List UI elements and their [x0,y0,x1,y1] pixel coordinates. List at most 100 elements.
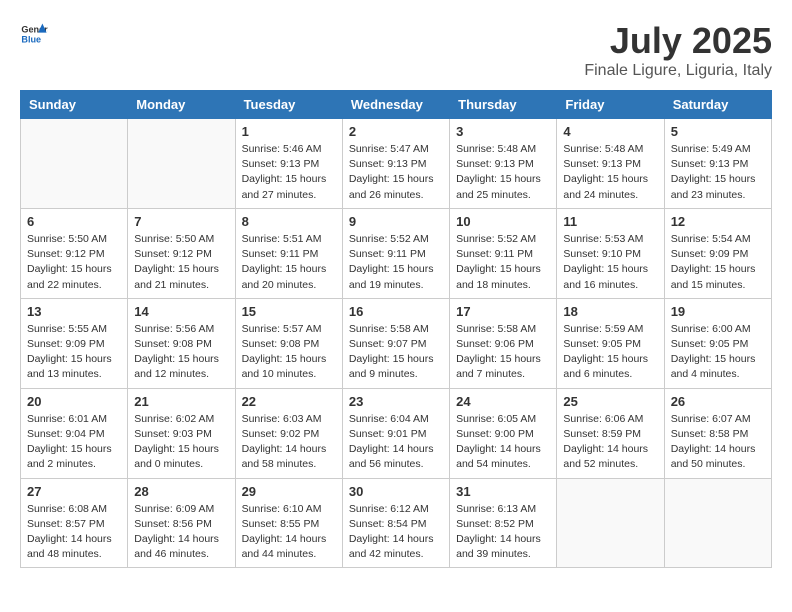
day-info: Sunrise: 5:48 AM Sunset: 9:13 PM Dayligh… [563,142,657,203]
table-row: 24Sunrise: 6:05 AM Sunset: 9:00 PM Dayli… [450,388,557,478]
table-row: 29 Sunrise: 6:10 AM Sunset: 8:55 PM Dayli… [235,478,342,568]
day-info: Sunrise: 5:57 AM Sunset: 9:08 PM Dayligh… [242,322,336,383]
svg-text:Blue: Blue [21,34,41,44]
day-number: 15 [242,304,336,319]
table-row: 5 Sunrise: 5:49 AM Sunset: 9:13 PM Daylig… [664,119,771,209]
day-number: 11 [563,214,657,229]
table-row: 12 Sunrise: 5:54 AM Sunset: 9:09 PM Dayli… [664,208,771,298]
table-row: 18 Sunrise: 5:59 AM Sunset: 9:05 PM Dayli… [557,298,664,388]
table-row: 23 Sunrise: 6:04 AM Sunset: 9:01 PM Dayli… [342,388,449,478]
day-number: 20 [27,394,121,409]
day-info: Sunrise: 6:06 AM Sunset: 8:59 PM Dayligh… [563,412,657,473]
day-number: 24 [456,394,550,409]
day-info: Sunrise: 5:46 AM Sunset: 9:13 PM Dayligh… [242,142,336,203]
day-number: 21 [134,394,228,409]
table-row: 21 Sunrise: 6:02 AM Sunset: 9:03 PM Dayli… [128,388,235,478]
header-friday: Friday [557,91,664,119]
table-row: 20 Sunrise: 6:01 AM Sunset: 9:04 PM Dayli… [21,388,128,478]
table-row: 7Sunrise: 5:50 AM Sunset: 9:12 PM Daylig… [128,208,235,298]
day-info: Sunrise: 5:52 AM Sunset: 9:11 PM Dayligh… [456,232,550,293]
day-number: 10 [456,214,550,229]
header-sunday: Sunday [21,91,128,119]
header-wednesday: Wednesday [342,91,449,119]
table-row: 14Sunrise: 5:56 AM Sunset: 9:08 PM Dayli… [128,298,235,388]
day-info: Sunrise: 5:47 AM Sunset: 9:13 PM Dayligh… [349,142,443,203]
calendar-table: Sunday Monday Tuesday Wednesday Thursday… [20,90,772,568]
day-info: Sunrise: 5:59 AM Sunset: 9:05 PM Dayligh… [563,322,657,383]
day-info: Sunrise: 6:04 AM Sunset: 9:01 PM Dayligh… [349,412,443,473]
table-row: 13 Sunrise: 5:55 AM Sunset: 9:09 PM Dayli… [21,298,128,388]
table-row: 1 Sunrise: 5:46 AM Sunset: 9:13 PM Daylig… [235,119,342,209]
day-number: 8 [242,214,336,229]
month-title: July 2025 [584,20,772,62]
day-number: 29 [242,484,336,499]
day-info: Sunrise: 5:58 AM Sunset: 9:06 PM Dayligh… [456,322,550,383]
day-info: Sunrise: 5:55 AM Sunset: 9:09 PM Dayligh… [27,322,121,383]
day-info: Sunrise: 6:01 AM Sunset: 9:04 PM Dayligh… [27,412,121,473]
table-row [664,478,771,568]
calendar-week-row: 20 Sunrise: 6:01 AM Sunset: 9:04 PM Dayli… [21,388,772,478]
day-number: 9 [349,214,443,229]
day-info: Sunrise: 6:12 AM Sunset: 8:54 PM Dayligh… [349,502,443,563]
day-info: Sunrise: 6:03 AM Sunset: 9:02 PM Dayligh… [242,412,336,473]
table-row: 6Sunrise: 5:50 AM Sunset: 9:12 PM Daylig… [21,208,128,298]
day-info: Sunrise: 6:10 AM Sunset: 8:55 PM Dayligh… [242,502,336,563]
logo: General Blue [20,20,48,48]
day-number: 30 [349,484,443,499]
day-number: 5 [671,124,765,139]
table-row: 19 Sunrise: 6:00 AM Sunset: 9:05 PM Dayli… [664,298,771,388]
day-number: 14 [134,304,228,319]
day-info: Sunrise: 5:53 AM Sunset: 9:10 PM Dayligh… [563,232,657,293]
calendar-week-row: 1 Sunrise: 5:46 AM Sunset: 9:13 PM Daylig… [21,119,772,209]
day-number: 26 [671,394,765,409]
day-info: Sunrise: 6:08 AM Sunset: 8:57 PM Dayligh… [27,502,121,563]
table-row: 28Sunrise: 6:09 AM Sunset: 8:56 PM Dayli… [128,478,235,568]
calendar-week-row: 6Sunrise: 5:50 AM Sunset: 9:12 PM Daylig… [21,208,772,298]
day-info: Sunrise: 5:50 AM Sunset: 9:12 PM Dayligh… [27,232,121,293]
table-row: 2 Sunrise: 5:47 AM Sunset: 9:13 PM Daylig… [342,119,449,209]
day-number: 31 [456,484,550,499]
day-number: 28 [134,484,228,499]
day-number: 17 [456,304,550,319]
day-number: 19 [671,304,765,319]
table-row: 8 Sunrise: 5:51 AM Sunset: 9:11 PM Daylig… [235,208,342,298]
day-number: 1 [242,124,336,139]
day-number: 13 [27,304,121,319]
day-info: Sunrise: 6:07 AM Sunset: 8:58 PM Dayligh… [671,412,765,473]
day-info: Sunrise: 6:02 AM Sunset: 9:03 PM Dayligh… [134,412,228,473]
logo-icon: General Blue [20,20,48,48]
day-number: 2 [349,124,443,139]
table-row: 22Sunrise: 6:03 AM Sunset: 9:02 PM Dayli… [235,388,342,478]
day-info: Sunrise: 5:51 AM Sunset: 9:11 PM Dayligh… [242,232,336,293]
header-saturday: Saturday [664,91,771,119]
table-row: 11 Sunrise: 5:53 AM Sunset: 9:10 PM Dayli… [557,208,664,298]
day-number: 16 [349,304,443,319]
table-row [557,478,664,568]
day-number: 27 [27,484,121,499]
day-info: Sunrise: 5:54 AM Sunset: 9:09 PM Dayligh… [671,232,765,293]
table-row: 25 Sunrise: 6:06 AM Sunset: 8:59 PM Dayli… [557,388,664,478]
day-number: 3 [456,124,550,139]
table-row: 3Sunrise: 5:48 AM Sunset: 9:13 PM Daylig… [450,119,557,209]
calendar-week-row: 13 Sunrise: 5:55 AM Sunset: 9:09 PM Dayli… [21,298,772,388]
table-row [21,119,128,209]
table-row: 30 Sunrise: 6:12 AM Sunset: 8:54 PM Dayli… [342,478,449,568]
day-info: Sunrise: 6:00 AM Sunset: 9:05 PM Dayligh… [671,322,765,383]
table-row: 15 Sunrise: 5:57 AM Sunset: 9:08 PM Dayli… [235,298,342,388]
table-row: 26 Sunrise: 6:07 AM Sunset: 8:58 PM Dayli… [664,388,771,478]
table-row: 10 Sunrise: 5:52 AM Sunset: 9:11 PM Dayli… [450,208,557,298]
title-area: July 2025 Finale Ligure, Liguria, Italy [584,20,772,80]
day-number: 23 [349,394,443,409]
day-info: Sunrise: 5:52 AM Sunset: 9:11 PM Dayligh… [349,232,443,293]
day-number: 12 [671,214,765,229]
table-row: 31Sunrise: 6:13 AM Sunset: 8:52 PM Dayli… [450,478,557,568]
table-row: 9 Sunrise: 5:52 AM Sunset: 9:11 PM Daylig… [342,208,449,298]
day-number: 25 [563,394,657,409]
day-info: Sunrise: 5:49 AM Sunset: 9:13 PM Dayligh… [671,142,765,203]
day-number: 18 [563,304,657,319]
location-title: Finale Ligure, Liguria, Italy [584,62,772,80]
day-number: 4 [563,124,657,139]
header-tuesday: Tuesday [235,91,342,119]
header-thursday: Thursday [450,91,557,119]
day-number: 7 [134,214,228,229]
